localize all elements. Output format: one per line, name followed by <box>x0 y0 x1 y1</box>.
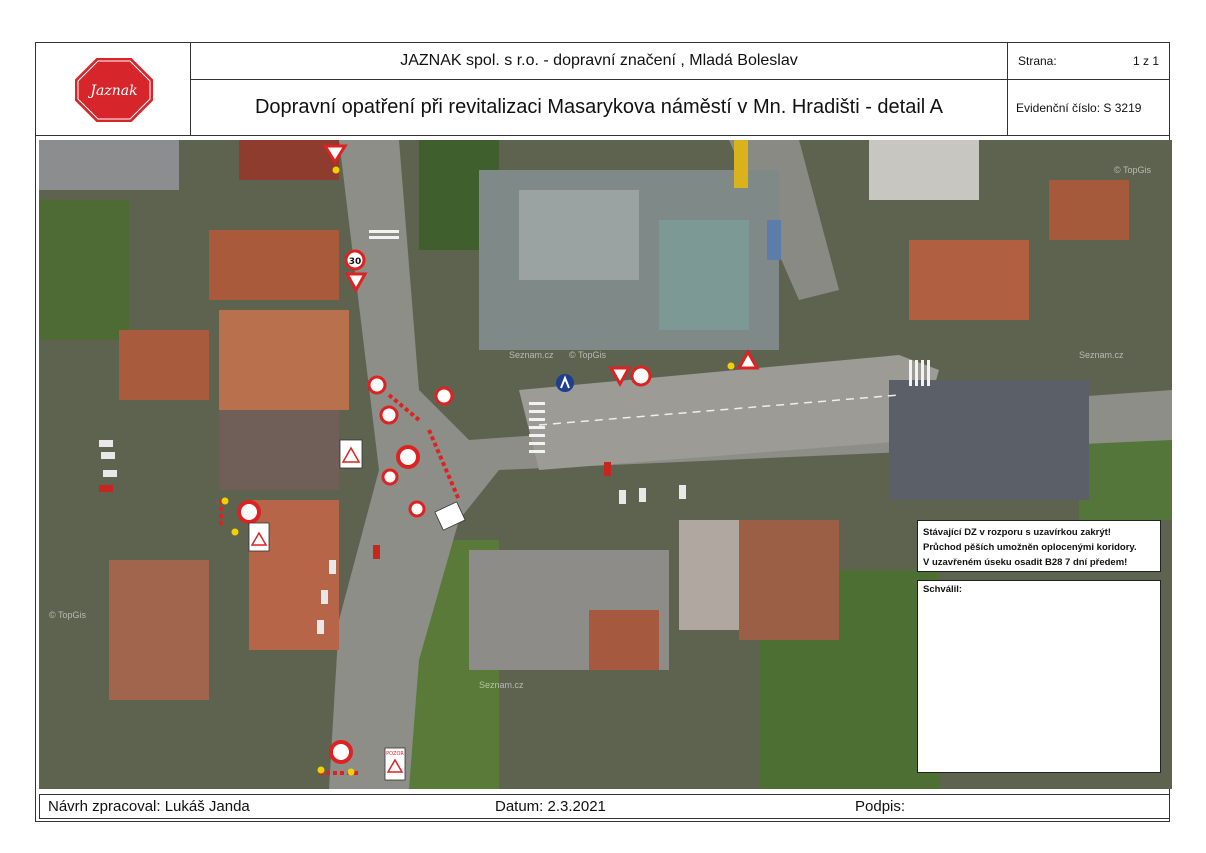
evidence-number-cell: Evidenční číslo: S 3219 <box>1007 79 1170 136</box>
closed-road-sign-icon <box>396 445 420 469</box>
author-label: Návrh zpracoval: Lukáš Janda <box>48 798 250 815</box>
logo-cell: Jaznak <box>35 42 191 136</box>
approval-label: Schválil: <box>923 584 963 595</box>
speed-limit-value: 30 <box>349 257 362 267</box>
speed-limit-sign-icon: 30 <box>344 249 366 271</box>
roadworks-warning-sign-icon-3 <box>339 439 363 469</box>
map-watermark: Seznam.cz <box>509 350 554 360</box>
note-line-3: V uzavřeném úseku osadit B28 7 dní přede… <box>923 557 1128 568</box>
no-entry-sign-icon-3 <box>379 405 399 425</box>
page-value: 1 z 1 <box>1132 54 1159 68</box>
map-watermark-5: © TopGis <box>49 610 86 620</box>
speed-limit-sign-icon-2 <box>630 365 652 387</box>
map-watermark-3: Seznam.cz <box>1079 350 1124 360</box>
closure-note: Stávající DZ v rozporu s uzavírkou zakrý… <box>917 520 1161 572</box>
closed-road-sign-icon-3 <box>329 740 353 764</box>
sign-pozor-text: POZOR <box>386 751 404 757</box>
no-entry-sign-icon-4 <box>381 468 399 486</box>
company-logo: Jaznak <box>73 56 155 124</box>
note-line-2: Průchod pěších umožněn oplocenými korido… <box>923 542 1137 553</box>
date-label: Datum: 2.3.2021 <box>495 798 606 815</box>
no-entry-sign-icon-5 <box>408 500 426 518</box>
approval-box: Schválil: <box>917 580 1161 773</box>
signature-label: Podpis: <box>855 798 906 815</box>
page-title: Dopravní opatření při revitalizaci Masar… <box>190 79 1008 136</box>
roadworks-warning-sign-icon: POZOR <box>384 747 406 781</box>
roadworks-warning-sign-icon-2 <box>248 522 270 552</box>
map-watermark-6: Seznam.cz <box>479 680 524 690</box>
map-watermark-2: © TopGis <box>569 350 606 360</box>
company-name: JAZNAK spol. s r.o. - dopravní značení ,… <box>190 42 1008 80</box>
closed-road-sign-icon-2 <box>237 500 261 524</box>
footer-bar: Návrh zpracoval: Lukáš Janda Datum: 2.3.… <box>39 794 1170 819</box>
note-line-1: Stávající DZ v rozporu s uzavírkou zakrý… <box>923 527 1111 538</box>
page-number-cell: Strana: 1 z 1 <box>1007 42 1170 80</box>
no-entry-sign-icon-2 <box>434 386 454 406</box>
evid-label: Evidenční číslo: <box>1016 100 1101 115</box>
evid-value: S 3219 <box>1103 100 1142 115</box>
no-entry-sign-icon <box>367 375 387 395</box>
detour-sign-icon <box>556 374 574 392</box>
map-watermark-4: © TopGis <box>1114 165 1151 175</box>
page-label: Strana: <box>1018 54 1057 68</box>
logo-text: Jaznak <box>87 83 137 99</box>
